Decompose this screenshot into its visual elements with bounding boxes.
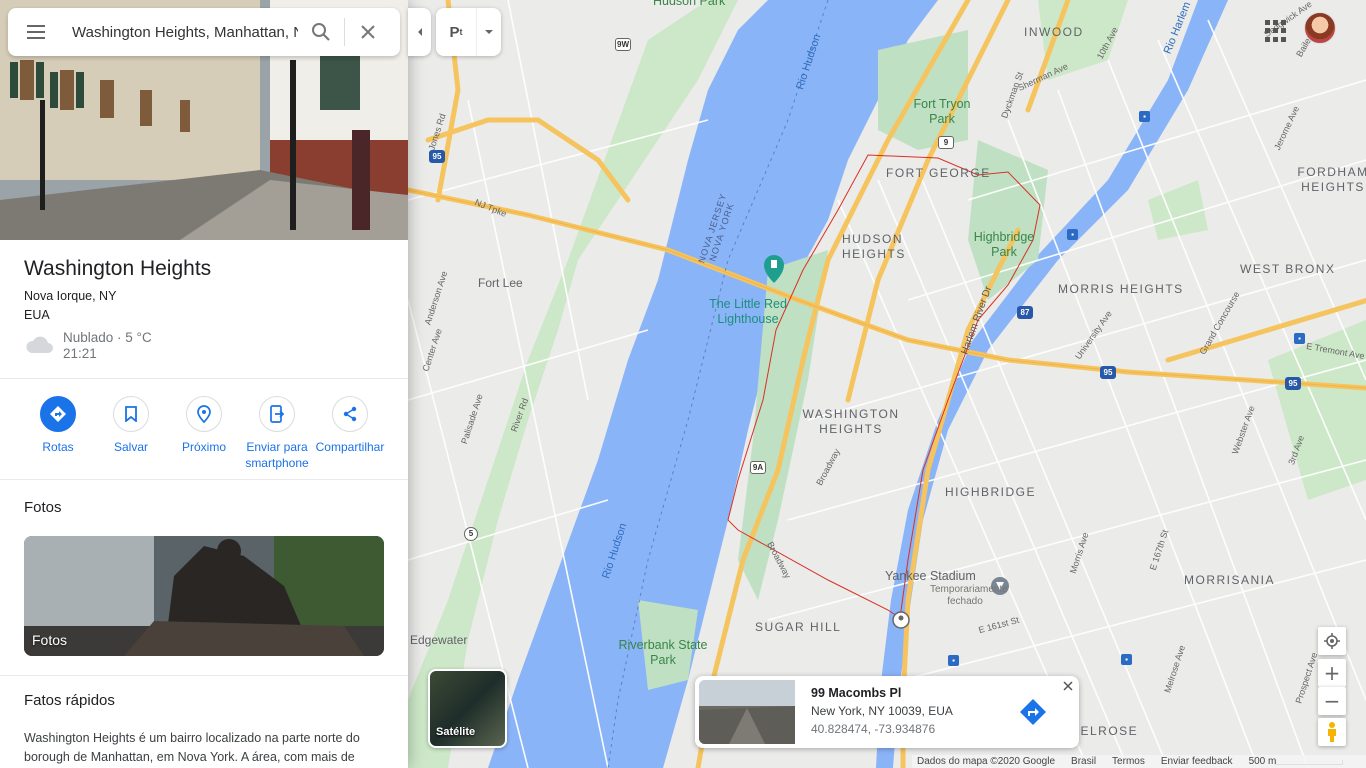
transit-stop-icon[interactable]: ▪	[1139, 111, 1150, 122]
nearby-icon	[186, 396, 222, 432]
save-label: Salvar	[113, 440, 148, 454]
photo-label: Fotos	[32, 632, 68, 648]
map-graphics	[408, 0, 1366, 768]
transit-stop-icon[interactable]: ▪	[1121, 654, 1132, 665]
shield-i95-west: 95	[429, 150, 445, 163]
send-to-phone-label: Enviar para smartphone	[245, 440, 309, 470]
shield-9a: 9A	[750, 461, 766, 474]
weather-summary: Nublado · 5 °C	[63, 330, 152, 345]
apps-grid-icon[interactable]	[1265, 20, 1287, 42]
shield-5: 5	[464, 527, 478, 541]
statue-photo-image	[24, 536, 384, 656]
divider	[0, 675, 408, 676]
facts-text: Washington Heights é um bairro localizad…	[24, 731, 360, 764]
place-region: Nova Iorque, NY	[24, 289, 117, 303]
directions-icon	[40, 396, 76, 432]
shield-i87: 87	[1017, 306, 1033, 319]
directions-button[interactable]: Rotas	[18, 396, 98, 455]
info-title: 99 Macombs Pl	[811, 686, 902, 700]
photo-thumbnail[interactable]: Fotos	[24, 536, 384, 656]
save-button[interactable]: Salvar	[91, 396, 171, 455]
cloud-icon	[24, 333, 56, 362]
stadium-marker	[991, 577, 1009, 595]
layers-transit-icon[interactable]: Pt	[436, 8, 476, 56]
search-icon[interactable]	[298, 8, 344, 56]
scale-label[interactable]: 500 m	[1249, 756, 1277, 767]
map-canvas[interactable]: INWOOD FORT GEORGE HUDSON HEIGHTS WASHIN…	[408, 0, 1366, 768]
directions-icon[interactable]	[1019, 698, 1047, 726]
photos-section-title: Fotos	[24, 499, 62, 516]
send-to-phone-button[interactable]: Enviar para smartphone	[237, 396, 317, 471]
directions-label: Rotas	[42, 440, 74, 454]
info-coordinates[interactable]: 40.828474, -73.934876	[811, 722, 935, 736]
my-location-icon	[1324, 633, 1340, 649]
terms-link[interactable]: Termos	[1112, 756, 1145, 767]
zoom-in-button[interactable]: +	[1318, 659, 1346, 687]
transit-stop-icon[interactable]: ▪	[1294, 333, 1305, 344]
feedback-link[interactable]: Enviar feedback	[1161, 756, 1233, 767]
avatar[interactable]	[1304, 12, 1336, 44]
caret-left-icon	[417, 28, 422, 36]
my-location-button[interactable]	[1318, 627, 1346, 655]
share-button[interactable]: Compartilhar	[310, 396, 390, 455]
bookmark-icon	[113, 396, 149, 432]
map-data-credit: Dados do mapa ©2020 Google	[917, 756, 1056, 767]
divider	[0, 479, 408, 480]
info-address: New York, NY 10039, EUA	[811, 704, 953, 718]
shield-9w: 9W	[615, 38, 631, 51]
zoom-out-button[interactable]: −	[1318, 687, 1346, 715]
search-box	[8, 8, 400, 56]
divider	[0, 378, 408, 379]
chevron-down-icon[interactable]	[476, 8, 500, 56]
street-view-thumbnail[interactable]	[699, 680, 795, 744]
transit-layer-control[interactable]: Pt	[436, 8, 501, 56]
place-country: EUA	[24, 308, 50, 322]
send-to-phone-icon	[259, 396, 295, 432]
location-pin	[892, 611, 910, 629]
weather-time: 21:21	[63, 346, 97, 361]
share-label: Compartilhar	[315, 440, 385, 454]
country-link[interactable]: Brasil	[1071, 756, 1096, 767]
menu-icon[interactable]	[8, 8, 64, 56]
nearby-button[interactable]: Próximo	[164, 396, 244, 455]
close-icon[interactable]	[1061, 679, 1075, 693]
search-input[interactable]	[72, 23, 298, 41]
place-title: Washington Heights	[24, 257, 212, 280]
shield-i95-center: 95	[1100, 366, 1116, 379]
collapse-panel-button[interactable]	[408, 8, 431, 56]
map-footer: Dados do mapa ©2020 Google Brasil Termos…	[912, 755, 1366, 768]
nearby-label: Próximo	[181, 440, 226, 454]
place-panel: Washington Heights Nova Iorque, NY EUA N…	[0, 0, 408, 768]
transit-stop-icon[interactable]: ▪	[948, 655, 959, 666]
satellite-toggle[interactable]: Satélite	[428, 669, 507, 748]
location-info-card[interactable]: 99 Macombs Pl New York, NY 10039, EUA 40…	[695, 676, 1079, 748]
shield-9-north: 9	[938, 136, 954, 149]
transit-stop-icon[interactable]: ▪	[1067, 229, 1078, 240]
shield-i95-east: 95	[1285, 377, 1301, 390]
share-icon	[332, 396, 368, 432]
pegman-icon[interactable]	[1318, 718, 1346, 746]
close-icon[interactable]	[345, 8, 391, 56]
satellite-label: Satélite	[436, 726, 476, 738]
facts-section-title: Fatos rápidos	[24, 692, 115, 709]
